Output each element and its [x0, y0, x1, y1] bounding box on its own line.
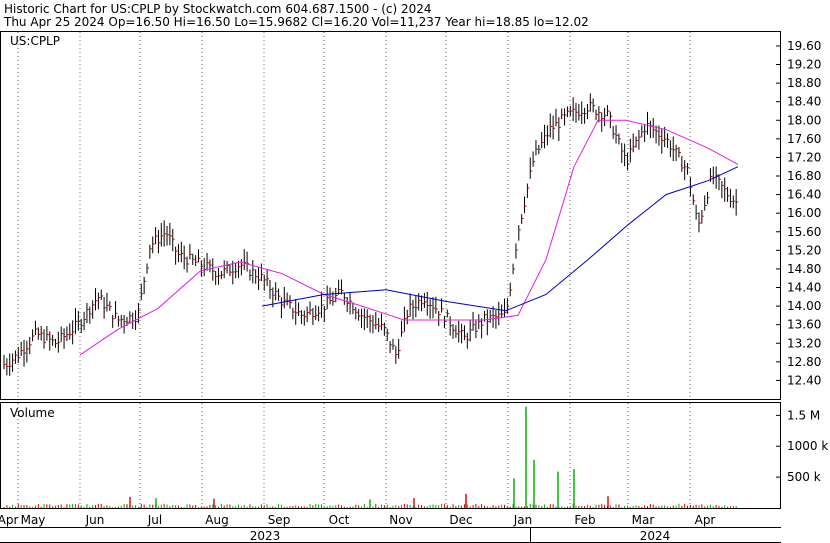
price-tick-label: 17.60 [787, 132, 821, 146]
volume-label: Volume [10, 406, 55, 420]
month-label: Apr [0, 513, 18, 527]
price-tick-label: 19.20 [787, 58, 821, 72]
month-label: May [21, 513, 46, 527]
price-tick-label: 18.80 [787, 76, 821, 90]
volume-tick-label: 500 k [787, 470, 821, 484]
month-label: Nov [389, 513, 412, 527]
price-tick-label: 12.40 [787, 373, 821, 387]
month-label: Jun [85, 513, 105, 527]
price-tick-label: 19.60 [787, 39, 821, 53]
month-label: Mar [632, 513, 655, 527]
symbol-label: US:CPLP [10, 34, 60, 48]
price-tick-label: 14.00 [787, 299, 821, 313]
year-label-2023: 2023 [250, 529, 281, 543]
volume-panel-frame [0, 402, 781, 509]
moving-average-short-line [79, 119, 739, 356]
month-label: Jul [147, 513, 162, 527]
volume-tick-label: 1000 k [787, 439, 828, 453]
price-tick-label: 16.40 [787, 188, 821, 202]
volume-tick-label: 1.5 M [787, 408, 820, 422]
month-label: Apr [695, 513, 716, 527]
price-tick-label: 18.40 [787, 95, 821, 109]
price-tick-label: 16.80 [787, 169, 821, 183]
month-label: Dec [449, 513, 472, 527]
price-tick-label: 15.60 [787, 225, 821, 239]
year-label-2024: 2024 [640, 529, 671, 543]
month-label: Oct [329, 513, 350, 527]
price-tick-label: 18.00 [787, 113, 821, 127]
month-label: Feb [574, 513, 595, 527]
price-tick-label: 13.20 [787, 336, 821, 350]
month-label: Jan [513, 513, 533, 527]
month-label: Aug [205, 513, 228, 527]
price-tick-label: 16.00 [787, 206, 821, 220]
price-tick-label: 14.40 [787, 281, 821, 295]
price-tick-label: 12.80 [787, 355, 821, 369]
price-tick-label: 15.20 [787, 243, 821, 257]
price-tick-label: 14.80 [787, 262, 821, 276]
stock-chart: 12.40 12.80 13.20 13.60 14.00 14.40 14.80 15.20… [0, 31, 828, 543]
moving-average-long-line [261, 166, 739, 312]
price-tick-label: 13.60 [787, 318, 821, 332]
price-tick-label: 17.20 [787, 150, 821, 164]
month-label: Sep [268, 513, 291, 527]
